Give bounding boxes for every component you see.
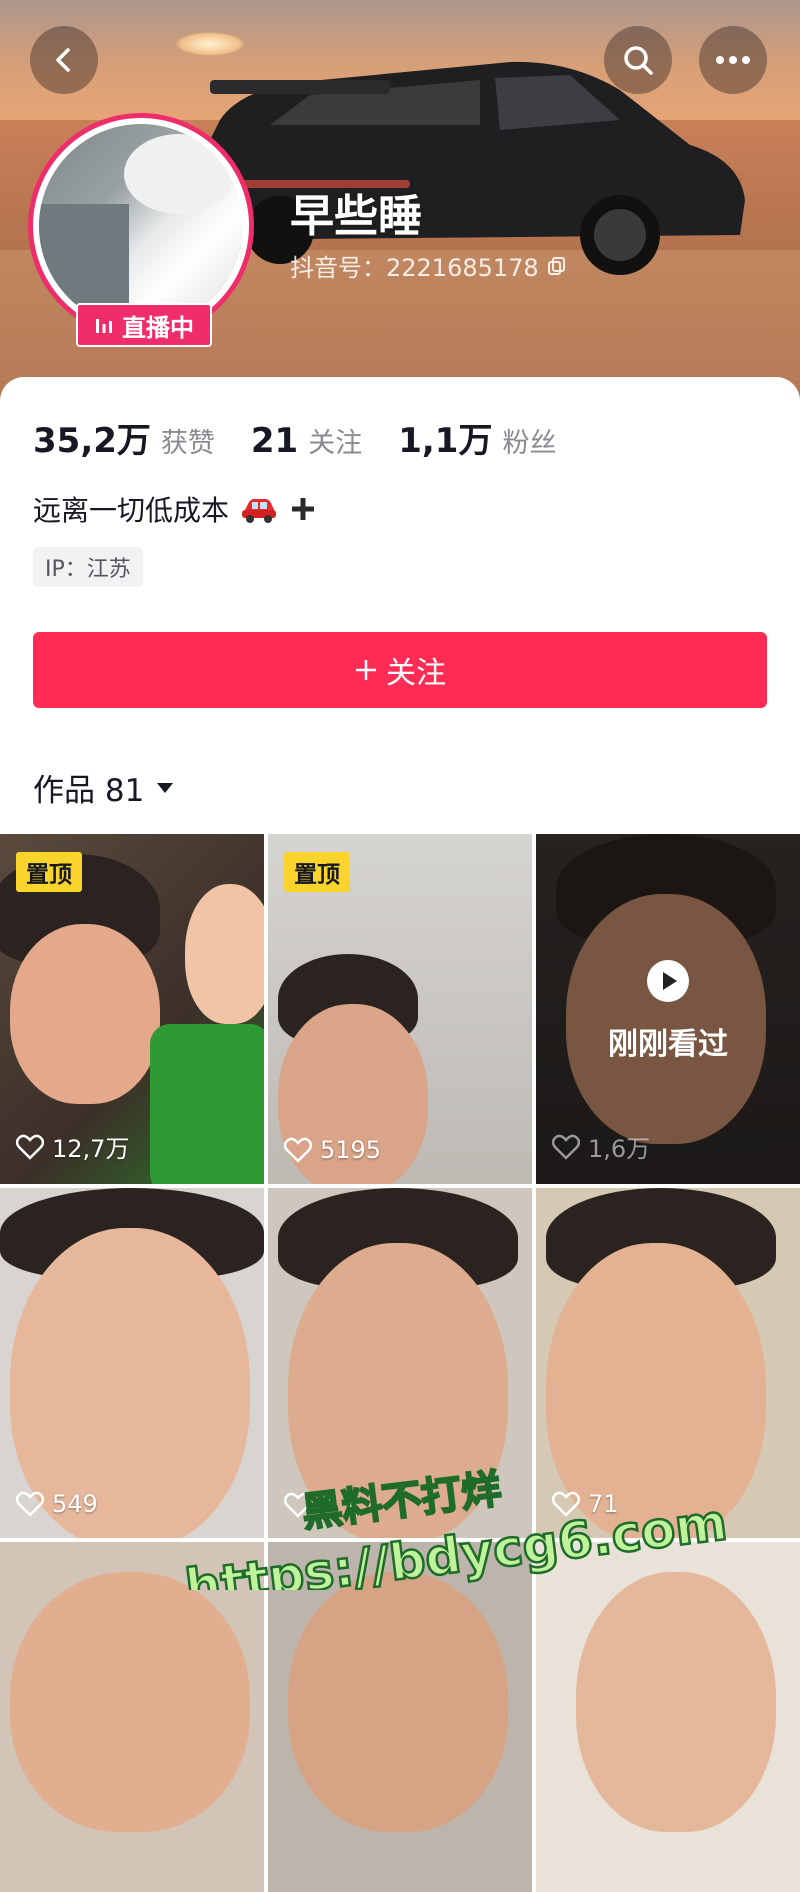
video-likes: 1,6万 <box>552 1129 650 1164</box>
bio: 远离一切低成本 <box>33 489 317 529</box>
follow-button[interactable]: 关注 <box>33 632 767 708</box>
douyin-id-text: 抖音号：2221685178 <box>290 254 539 282</box>
profile-card: 35,2万 获赞 21 关注 1,1万 粉丝 远离一切低成本 IP：江苏 关注 … <box>0 377 800 832</box>
watermark: 黑料不打烊 https://bdycg6.com <box>181 1465 731 1590</box>
nickname: 早些睡 <box>290 191 422 242</box>
following-label[interactable]: 关注 <box>308 421 362 460</box>
plus-icon <box>292 498 315 520</box>
live-bars-icon <box>96 319 112 333</box>
following-count[interactable]: 21 <box>251 421 298 461</box>
video-thumbnail[interactable]: 刚刚看过 1,6万 <box>536 834 800 1184</box>
chevron-left-icon <box>56 48 70 72</box>
recently-viewed-overlay: 刚刚看过 <box>536 959 800 1063</box>
heart-icon <box>552 1134 580 1160</box>
plus-icon <box>356 660 376 680</box>
tab-works[interactable]: 作品 81 <box>33 765 174 810</box>
works-tab-label: 作品 81 <box>33 773 145 809</box>
likes-count: 35,2万 <box>33 421 151 461</box>
more-button[interactable] <box>699 26 767 94</box>
video-thumbnail[interactable] <box>536 1542 800 1892</box>
heart-icon <box>284 1137 312 1163</box>
avatar-image <box>39 124 243 328</box>
douyin-id[interactable]: 抖音号：2221685178 <box>290 248 567 283</box>
back-button[interactable] <box>30 26 98 94</box>
heart-icon <box>16 1134 44 1160</box>
car-emoji-icon <box>242 499 277 523</box>
video-likes-count: 12,7万 <box>52 1135 130 1163</box>
pinned-badge: 置顶 <box>284 852 350 892</box>
follow-label: 关注 <box>386 656 446 691</box>
video-likes-count: 1,6万 <box>588 1135 651 1163</box>
video-likes-count: 549 <box>52 1490 98 1518</box>
copy-icon[interactable] <box>547 256 567 276</box>
followers-count[interactable]: 1,1万 <box>398 413 492 462</box>
video-likes: 549 <box>16 1490 98 1518</box>
video-likes: 5195 <box>284 1136 381 1164</box>
video-likes: 12,7万 <box>16 1129 129 1164</box>
heart-icon <box>16 1491 44 1517</box>
pinned-badge: 置顶 <box>16 852 82 892</box>
live-label: 直播中 <box>122 313 194 342</box>
more-dots-icon <box>716 56 750 64</box>
bio-text: 远离一切低成本 <box>33 494 230 527</box>
video-thumbnail[interactable]: 置顶 12,7万 <box>0 834 264 1184</box>
ip-location-tag: IP：江苏 <box>33 547 143 587</box>
followers-label[interactable]: 粉丝 <box>502 421 556 460</box>
search-button[interactable] <box>604 26 672 94</box>
live-badge[interactable]: 直播中 <box>76 303 212 347</box>
video-thumbnail[interactable] <box>0 1542 264 1892</box>
video-thumbnail[interactable]: 置顶 5195 <box>268 834 532 1184</box>
stats-row: 35,2万 获赞 21 关注 1,1万 粉丝 <box>33 413 592 462</box>
caret-down-icon <box>157 782 174 793</box>
recently-viewed-label: 刚刚看过 <box>608 1027 728 1062</box>
video-likes-count: 5195 <box>320 1136 382 1164</box>
video-thumbnail[interactable] <box>268 1542 532 1892</box>
search-icon <box>624 46 653 75</box>
likes-label: 获赞 <box>160 428 215 459</box>
play-icon <box>647 960 689 1002</box>
